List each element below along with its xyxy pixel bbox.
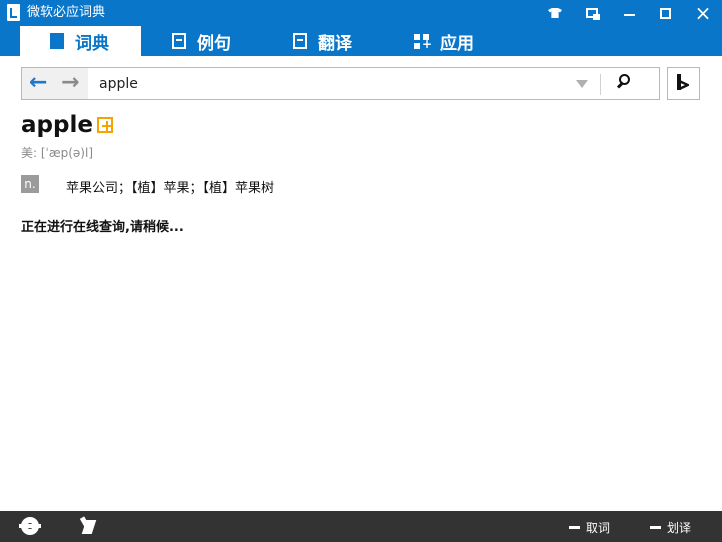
close-button[interactable]: × xyxy=(684,0,722,26)
maximize-button[interactable] xyxy=(648,0,682,26)
tab-dictionary[interactable]: 词典 xyxy=(20,26,141,56)
translate-icon xyxy=(293,33,307,49)
dash-icon xyxy=(650,525,661,529)
search-icon[interactable] xyxy=(616,74,634,92)
dash-icon xyxy=(569,525,580,529)
definition-text: 苹果公司；【植】苹果；【植】苹果树 xyxy=(66,181,275,196)
bing-icon xyxy=(677,74,690,94)
history-navigation: ← → xyxy=(22,68,88,99)
mini-mode-button[interactable] xyxy=(575,0,609,26)
forward-arrow-icon[interactable]: → xyxy=(61,72,79,94)
window-title: 微软必应词典 xyxy=(27,5,106,20)
select-translate-label: 划译 xyxy=(667,520,692,535)
tab-examples[interactable]: 例句 xyxy=(172,26,262,56)
headword: apple xyxy=(21,112,93,138)
bottom-toolbar: 取词 划译 xyxy=(0,511,722,542)
minimize-icon xyxy=(623,14,635,16)
tab-apps[interactable]: 应用 xyxy=(414,26,504,56)
mini-window-icon xyxy=(586,8,600,20)
tab-translate-label: 翻译 xyxy=(318,33,352,54)
minimize-button[interactable] xyxy=(612,0,646,26)
shirt-icon xyxy=(548,8,562,18)
close-icon: × xyxy=(694,1,712,25)
search-box: ← → apple xyxy=(21,67,660,100)
main-tabs: 词典 例句 翻译 应用 xyxy=(0,26,722,56)
maximize-icon xyxy=(659,7,671,19)
loading-status: 正在进行在线查询,请稍候... xyxy=(21,220,184,235)
part-of-speech-badge: n. xyxy=(21,175,39,193)
fetch-word-label: 取词 xyxy=(586,520,611,535)
tab-translate[interactable]: 翻译 xyxy=(293,26,383,56)
dictionary-app-icon xyxy=(7,4,20,21)
phonetic: 美: [ˈæp(ə)l] xyxy=(21,146,94,160)
gear-icon[interactable] xyxy=(19,517,41,535)
skin-button[interactable] xyxy=(538,0,572,26)
tab-dictionary-label: 词典 xyxy=(75,33,109,54)
fetch-word-toggle[interactable]: 取词 xyxy=(569,518,610,536)
book-icon xyxy=(50,33,64,49)
search-input[interactable]: apple xyxy=(99,76,138,92)
add-note-icon[interactable] xyxy=(97,117,113,133)
apps-grid-icon xyxy=(414,33,432,49)
bing-search-button[interactable] xyxy=(667,67,700,100)
select-translate-toggle[interactable]: 划译 xyxy=(650,518,691,536)
hand-icon[interactable] xyxy=(82,517,98,535)
document-icon xyxy=(172,33,186,49)
tab-examples-label: 例句 xyxy=(197,33,231,54)
tab-apps-label: 应用 xyxy=(440,33,474,54)
title-bar: 微软必应词典 × xyxy=(0,0,722,26)
search-divider xyxy=(600,74,601,95)
back-arrow-icon[interactable]: ← xyxy=(29,72,47,94)
dropdown-triangle-icon[interactable] xyxy=(576,80,588,88)
